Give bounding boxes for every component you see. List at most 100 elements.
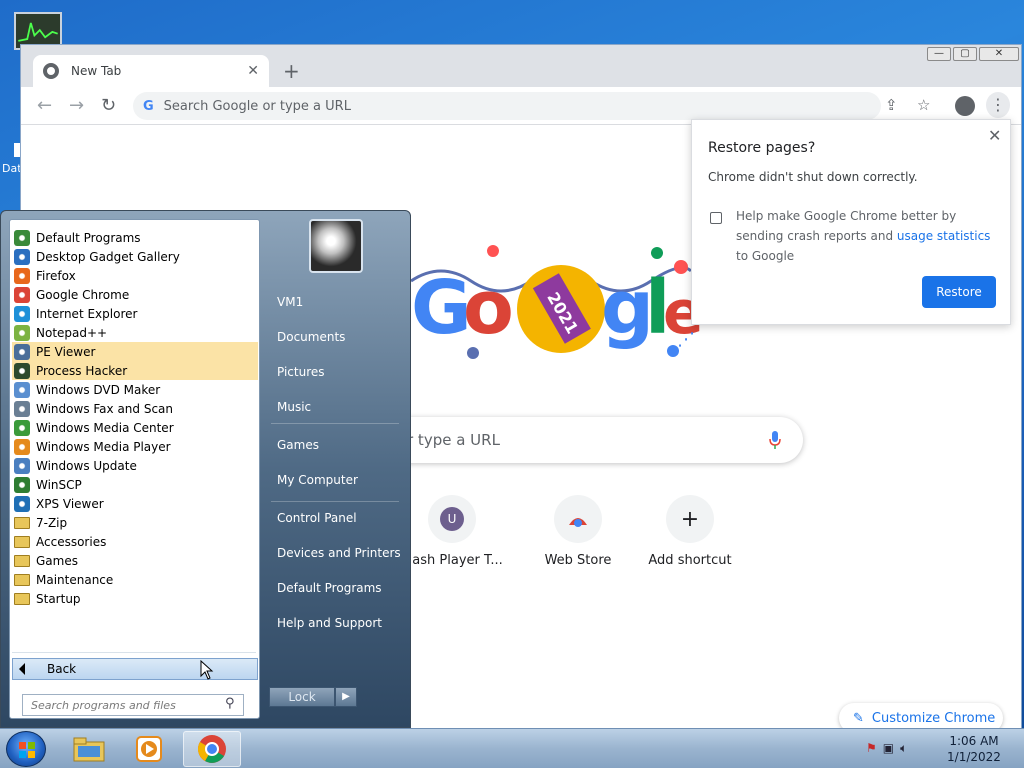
share-icon[interactable]: ⇪	[885, 96, 898, 114]
google-g-icon: G	[143, 98, 154, 114]
add-shortcut-icon: +	[666, 495, 714, 543]
back-arrow-icon[interactable]: ←	[37, 95, 52, 116]
action-center-flag-icon[interactable]: ⚑	[866, 741, 877, 756]
tab-title: New Tab	[71, 64, 122, 78]
close-button[interactable]: ✕	[979, 47, 1019, 61]
shortcut-label: Flash Player T...	[401, 553, 503, 568]
system-tray: ⚑ ▣ 🔈︎	[866, 741, 907, 756]
winscp-icon	[14, 476, 30, 493]
default-programs-icon	[14, 229, 30, 246]
shortcut-label: Web Store	[544, 553, 612, 568]
start-right-item[interactable]: Pictures	[277, 365, 325, 379]
ie-icon	[14, 305, 30, 322]
shortcut-icon-circle: U	[428, 495, 476, 543]
program-item[interactable]: Google Chrome	[12, 285, 258, 304]
gadget-icon	[14, 248, 30, 265]
user-avatar[interactable]	[309, 219, 363, 273]
chrome-menu-icon[interactable]: ⋮	[986, 92, 1010, 118]
program-item[interactable]: Maintenance	[12, 570, 258, 589]
taskbar-media-player[interactable]	[120, 731, 178, 767]
google-doodle[interactable]: G o 2021 g l e	[401, 241, 701, 361]
program-item[interactable]: Windows Fax and Scan	[12, 399, 258, 418]
taskbar-explorer[interactable]	[60, 731, 118, 767]
start-right-item[interactable]: Devices and Printers	[277, 546, 401, 560]
program-label: Windows Media Center	[36, 420, 174, 435]
program-item[interactable]: Desktop Gadget Gallery	[12, 247, 258, 266]
shortcut-label: Add shortcut	[648, 553, 732, 568]
tab-new-tab[interactable]: New Tab ✕	[33, 55, 269, 87]
tab-close-icon[interactable]: ✕	[247, 63, 259, 79]
program-label: Notepad++	[36, 325, 108, 340]
start-right-item[interactable]: Default Programs	[277, 581, 382, 595]
desktop-icon-label: Dat	[2, 162, 22, 175]
shortcut-add[interactable]: + Add shortcut	[634, 495, 746, 568]
reload-icon[interactable]: ↻	[101, 95, 116, 116]
program-item[interactable]: Notepad++	[12, 323, 258, 342]
program-item[interactable]: Internet Explorer	[12, 304, 258, 323]
usage-statistics-link[interactable]: usage statistics	[897, 229, 991, 243]
media-center-icon	[14, 419, 30, 436]
program-item[interactable]: Firefox	[12, 266, 258, 285]
program-label: Default Programs	[36, 230, 141, 245]
microphone-icon[interactable]	[769, 431, 781, 449]
volume-icon[interactable]: 🔈︎	[900, 741, 907, 756]
google-search-box[interactable]: r type a URL	[367, 417, 803, 463]
program-item[interactable]: Startup	[12, 589, 258, 608]
program-label: XPS Viewer	[36, 496, 104, 511]
shortcut-flash-player[interactable]: U Flash Player T...	[396, 495, 508, 568]
taskbar-chrome[interactable]	[183, 731, 241, 767]
start-right-item[interactable]: Documents	[277, 330, 345, 344]
start-right-item[interactable]: Help and Support	[277, 616, 382, 630]
back-button[interactable]: Back	[12, 658, 258, 680]
start-menu-program-list: Back Search programs and files ⚲ Default…	[9, 219, 260, 719]
omnibox[interactable]: G Search Google or type a URL	[133, 92, 881, 120]
clock-time: 1:06 AM	[949, 734, 999, 748]
restore-title: Restore pages?	[708, 140, 816, 156]
system-clock[interactable]: 1:06 AM 1/1/2022	[944, 733, 1004, 765]
restore-close-icon[interactable]: ✕	[988, 126, 1001, 145]
program-item[interactable]: Default Programs	[12, 228, 258, 247]
program-item[interactable]: Windows Update	[12, 456, 258, 475]
tab-strip: New Tab ✕ + — ▢ ✕	[21, 45, 1021, 87]
start-right-item[interactable]: My Computer	[277, 473, 358, 487]
minimize-button[interactable]: —	[927, 47, 951, 61]
profile-avatar-icon[interactable]	[955, 96, 975, 116]
program-item[interactable]: Windows Media Center	[12, 418, 258, 437]
start-right-item[interactable]: Music	[277, 400, 311, 414]
bookmark-star-icon[interactable]: ☆	[917, 96, 930, 114]
network-icon[interactable]: ▣	[883, 741, 894, 756]
program-item[interactable]: 7-Zip	[12, 513, 258, 532]
start-search-input[interactable]: Search programs and files ⚲	[22, 694, 244, 716]
search-icon[interactable]: ⚲	[225, 696, 243, 714]
lock-controls: Lock ▶	[269, 687, 357, 707]
forward-arrow-icon[interactable]: →	[69, 95, 84, 116]
new-tab-button[interactable]: +	[283, 59, 300, 83]
program-item[interactable]: Accessories	[12, 532, 258, 551]
shortcut-web-store[interactable]: Web Store	[522, 495, 634, 568]
program-item[interactable]: XPS Viewer	[12, 494, 258, 513]
crash-report-checkbox[interactable]	[710, 212, 722, 224]
program-label: Firefox	[36, 268, 76, 283]
program-item[interactable]: Games	[12, 551, 258, 570]
omnibox-placeholder: Search Google or type a URL	[163, 98, 351, 114]
maximize-button[interactable]: ▢	[953, 47, 977, 61]
lock-button[interactable]: Lock	[269, 687, 335, 707]
svg-text:o: o	[463, 265, 514, 351]
program-item[interactable]: Process Hacker	[12, 361, 258, 380]
start-right-item[interactable]: VM1	[277, 295, 303, 309]
program-item[interactable]: PE Viewer	[12, 342, 258, 361]
doodle-share-icon[interactable]: ⋰	[677, 329, 695, 350]
program-label: Games	[36, 553, 78, 568]
start-button[interactable]	[6, 731, 46, 767]
program-item[interactable]: Windows Media Player	[12, 437, 258, 456]
start-right-item[interactable]: Games	[277, 438, 319, 452]
media-player-icon	[14, 438, 30, 455]
notepadpp-icon	[14, 324, 30, 341]
restore-button[interactable]: Restore	[922, 276, 996, 308]
program-label: Windows DVD Maker	[36, 382, 161, 397]
start-right-item[interactable]: Control Panel	[277, 511, 357, 525]
folder-icon	[14, 554, 30, 567]
shutdown-options-arrow[interactable]: ▶	[335, 687, 357, 707]
program-item[interactable]: Windows DVD Maker	[12, 380, 258, 399]
program-item[interactable]: WinSCP	[12, 475, 258, 494]
